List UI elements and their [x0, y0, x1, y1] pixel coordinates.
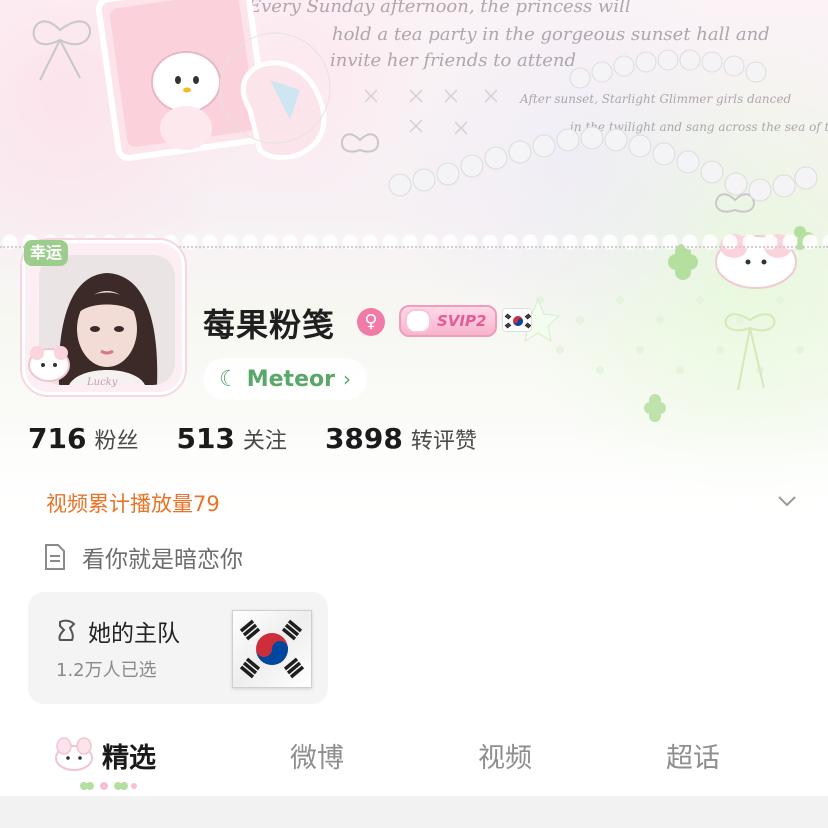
stat-value: 716 — [28, 422, 87, 455]
tab-featured[interactable]: 精选 — [102, 736, 156, 775]
tab-videos[interactable]: 视频 — [478, 736, 532, 775]
home-team-card[interactable]: 她的主队 1.2万人已选 — [28, 592, 328, 704]
jersey-icon — [58, 619, 76, 641]
tab-super-topics[interactable]: 超话 — [666, 736, 720, 775]
bio-row: 看你就是暗恋你 — [44, 540, 243, 574]
profile-stats: 716 粉丝 513 关注 3898 转评赞 — [28, 422, 477, 455]
profile-name: 莓果粉笺 — [203, 306, 336, 344]
lucky-badge: 幸运 — [24, 240, 69, 266]
south-korea-flag-icon — [232, 610, 312, 688]
content-area-edge — [0, 796, 828, 828]
meteor-badge-button[interactable]: ☾ Meteor › — [203, 358, 367, 400]
svip-badge[interactable]: SVIP2 — [399, 305, 497, 337]
stat-following[interactable]: 513 关注 — [176, 422, 286, 455]
video-plays-link[interactable]: 视频累计播放量79 — [46, 488, 220, 518]
avatar-frame-label: Lucky — [87, 377, 118, 388]
stat-value: 3898 — [324, 422, 403, 455]
south-korea-flag-icon — [502, 308, 532, 332]
team-subtitle: 1.2万人已选 — [56, 660, 157, 681]
profile-tabs: 精选 微博 视频 超话 — [0, 728, 828, 792]
team-title: 她的主队 — [88, 621, 180, 647]
mascot-sticker — [28, 346, 70, 382]
bunny-icon — [405, 309, 431, 333]
team-title-row: 她的主队 — [54, 614, 180, 648]
moon-icon: ☾ — [219, 366, 239, 392]
chevron-down-icon[interactable] — [776, 490, 798, 512]
document-icon — [45, 544, 65, 570]
meteor-label: Meteor — [246, 366, 335, 392]
banner-decoration — [520, 296, 804, 422]
stat-label: 粉丝 — [94, 429, 139, 454]
stat-label: 关注 — [242, 429, 287, 454]
female-icon: ♀ — [357, 308, 385, 336]
stat-interactions[interactable]: 3898 转评赞 — [325, 422, 477, 455]
chevron-right-icon: › — [342, 367, 351, 391]
bio-text: 看你就是暗恋你 — [82, 547, 243, 573]
svip-label: SVIP2 — [437, 312, 487, 330]
stat-value: 513 — [176, 422, 235, 455]
stat-followers[interactable]: 716 粉丝 — [28, 422, 138, 455]
tab-weibo[interactable]: 微博 — [290, 736, 344, 775]
stat-label: 转评赞 — [410, 429, 477, 454]
